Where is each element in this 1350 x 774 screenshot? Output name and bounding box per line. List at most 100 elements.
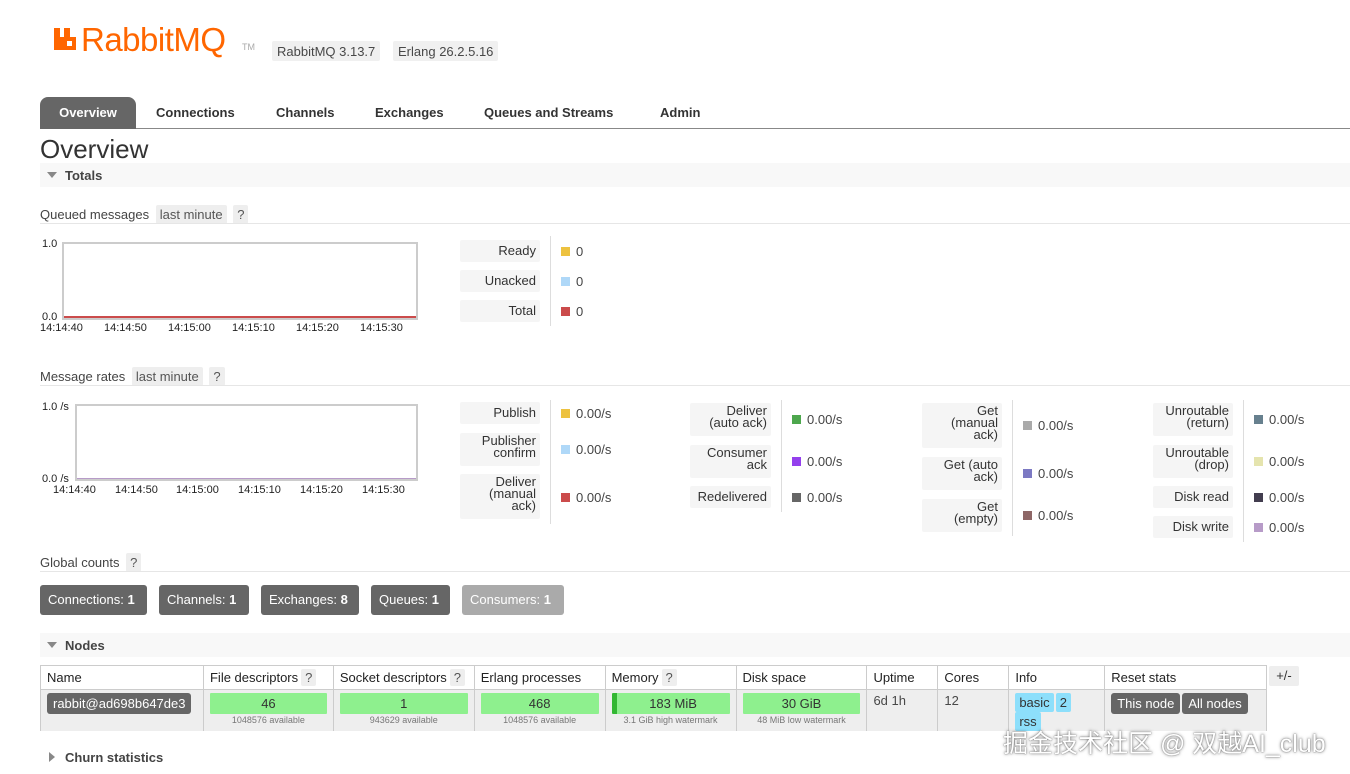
sd-bar: 1 [339,693,468,714]
node-name-link[interactable]: rabbit@ad698b647de3 [47,693,192,714]
uptime-value: 6d 1h [873,693,906,708]
queued-range-selector[interactable]: last minute [155,205,227,224]
unroutable-drop-swatch [1254,457,1263,466]
rates-range-selector[interactable]: last minute [131,367,203,386]
memory-help-button[interactable]: ? [661,669,677,686]
col-memory: Memory? [604,665,737,690]
legend-unroutable-return-label: Unroutable (return) [1153,403,1233,436]
col-file-descriptors: File descriptors? [202,665,334,690]
queued-x-tick: 14:15:00 [168,322,211,334]
queued-messages-heading: Queued messages last minute ? [40,205,249,224]
legend-separator [1243,400,1244,542]
publisher-confirm-rate: 0.00/s [576,442,612,457]
legend-separator [550,400,551,524]
count-value: 1 [543,592,551,607]
expand-triangle-icon [49,752,55,762]
rabbitmq-version: RabbitMQ 3.13.7 [272,41,381,61]
reset-this-node-button[interactable]: This node [1111,693,1181,714]
col-reset-stats: Reset stats [1104,665,1267,690]
consumers-count-button[interactable]: Consumers: 1 [462,585,564,615]
legend-unroutable-drop-label: Unroutable (drop) [1153,445,1233,478]
col-name: Name [40,665,204,690]
rates-x-tick: 14:14:50 [115,484,158,496]
trademark: TM [242,42,255,52]
exchanges-count-button[interactable]: Exchanges: 8 [261,585,359,615]
totals-section-toggle[interactable]: Totals [40,163,1350,187]
fd-bar: 46 [209,693,327,714]
count-value: 8 [340,592,348,607]
deliver-manual-rate: 0.00/s [576,490,612,505]
tab-admin[interactable]: Admin [644,97,716,129]
count-value: 1 [229,592,237,607]
queued-help-button[interactable]: ? [233,205,249,224]
queues-count-button[interactable]: Queues: 1 [371,585,450,615]
unacked-value: 0 [576,274,584,289]
columns-toggle-button[interactable]: +/- [1269,666,1299,686]
erlang-version: Erlang 26.2.5.16 [393,41,499,61]
fd-available: 1048576 available [231,715,305,725]
count-label: Queues: [379,592,429,607]
tab-connections[interactable]: Connections [140,97,251,129]
legend-disk-write-label: Disk write [1153,516,1233,538]
fd-cell: 46 1048576 available [202,689,334,731]
deliver-auto-rate: 0.00/s [807,412,843,427]
legend-publish-label: Publish [460,402,540,424]
col-erlang-processes: Erlang processes [473,665,606,690]
erl-bar: 468 [480,693,599,714]
total-value: 0 [576,304,584,319]
queued-x-tick: 14:15:30 [360,322,403,334]
tab-channels[interactable]: Channels [260,97,351,129]
legend-ready-label: Ready [460,240,540,262]
consumer-ack-swatch [792,457,801,466]
total-swatch [561,307,570,316]
deliver-auto-swatch [792,415,801,424]
global-counts-help-button[interactable]: ? [126,553,142,572]
consumer-ack-rate: 0.00/s [807,454,843,469]
legend-unacked-label: Unacked [460,270,540,292]
ready-swatch [561,247,570,256]
count-value: 1 [431,592,440,607]
tab-exchanges[interactable]: Exchanges [359,97,460,129]
unroutable-drop-rate: 0.00/s [1269,454,1305,469]
reset-all-nodes-button[interactable]: All nodes [1182,693,1248,714]
rabbitmq-logo-icon [54,28,76,50]
global-counts-title: Global counts [40,555,120,570]
publish-swatch [561,409,570,418]
tab-queues-and-streams[interactable]: Queues and Streams [468,97,629,129]
get-auto-swatch [1023,469,1032,478]
sd-available: 943629 available [369,715,438,725]
collapse-triangle-icon [47,172,57,178]
channels-count-button[interactable]: Channels: 1 [159,585,249,615]
main-tabs: Overview Connections Channels Exchanges … [40,97,1350,129]
col-uptime: Uptime [866,665,939,690]
unroutable-return-rate: 0.00/s [1269,412,1305,427]
rates-x-tick: 14:15:30 [362,484,405,496]
queued-messages-chart [62,242,418,320]
disk-watermark: 48 MiB low watermark [757,715,846,725]
tab-overview[interactable]: Overview [40,97,136,129]
nodes-section-toggle[interactable]: Nodes [40,633,1350,657]
rates-help-button[interactable]: ? [209,367,225,386]
cores-value: 12 [944,693,959,708]
table-header-row: Name File descriptors? Socket descriptor… [40,665,1267,690]
collapse-triangle-icon [47,642,57,648]
message-rates-heading: Message rates last minute ? [40,367,225,386]
get-manual-swatch [1023,421,1032,430]
erl-available: 1048576 available [503,715,577,725]
queued-messages-title: Queued messages [40,207,150,222]
message-rates-title: Message rates [40,369,126,384]
fd-help-button[interactable]: ? [301,669,317,686]
count-value: 1 [127,592,135,607]
legend-disk-read-label: Disk read [1153,486,1233,508]
publish-rate: 0.00/s [576,406,612,421]
connections-count-button[interactable]: Connections: 1 [40,585,147,615]
legend-redelivered-label: Redelivered [690,486,771,508]
sd-help-button[interactable]: ? [449,669,466,686]
rates-x-tick: 14:14:40 [53,484,96,496]
redelivered-rate: 0.00/s [807,490,843,505]
unroutable-return-swatch [1254,415,1263,424]
count-label: Connections: [48,592,124,607]
nodes-table: Name File descriptors? Socket descriptor… [40,665,1267,731]
disk-read-rate: 0.00/s [1269,490,1305,505]
get-empty-rate: 0.00/s [1038,508,1074,523]
